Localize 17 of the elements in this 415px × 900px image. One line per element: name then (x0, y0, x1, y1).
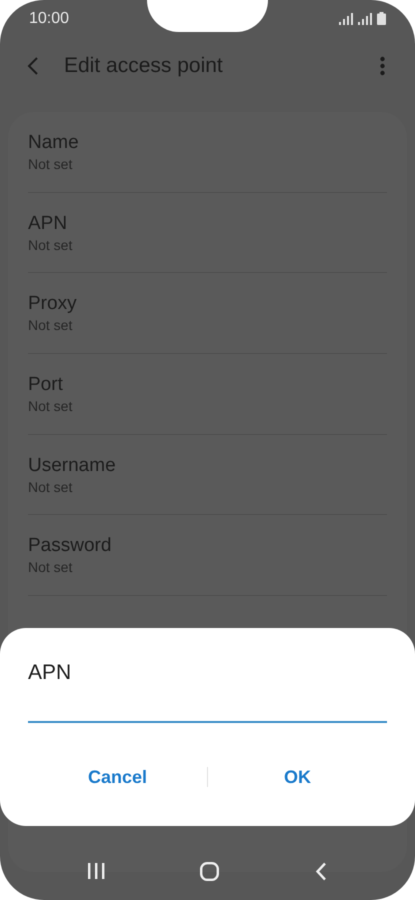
status-time: 10:00 (29, 8, 70, 28)
battery-icon (377, 12, 386, 25)
screen-title: Edit access point (64, 53, 224, 80)
back-icon[interactable] (315, 862, 328, 880)
signal-icon (339, 13, 353, 25)
field-label: Username (28, 454, 117, 478)
field-label: Proxy (28, 292, 78, 316)
cancel-button[interactable]: Cancel (28, 759, 207, 795)
signal-icon (358, 13, 372, 25)
field-label: Name (28, 131, 80, 155)
field-label: Port (28, 373, 64, 398)
ok-button[interactable]: OK (208, 759, 387, 795)
dialog-title: APN (28, 660, 72, 686)
recent-apps-icon[interactable] (88, 863, 105, 879)
home-icon[interactable] (200, 862, 220, 880)
field-label: Password (28, 534, 112, 558)
field-label: APN (28, 212, 68, 236)
